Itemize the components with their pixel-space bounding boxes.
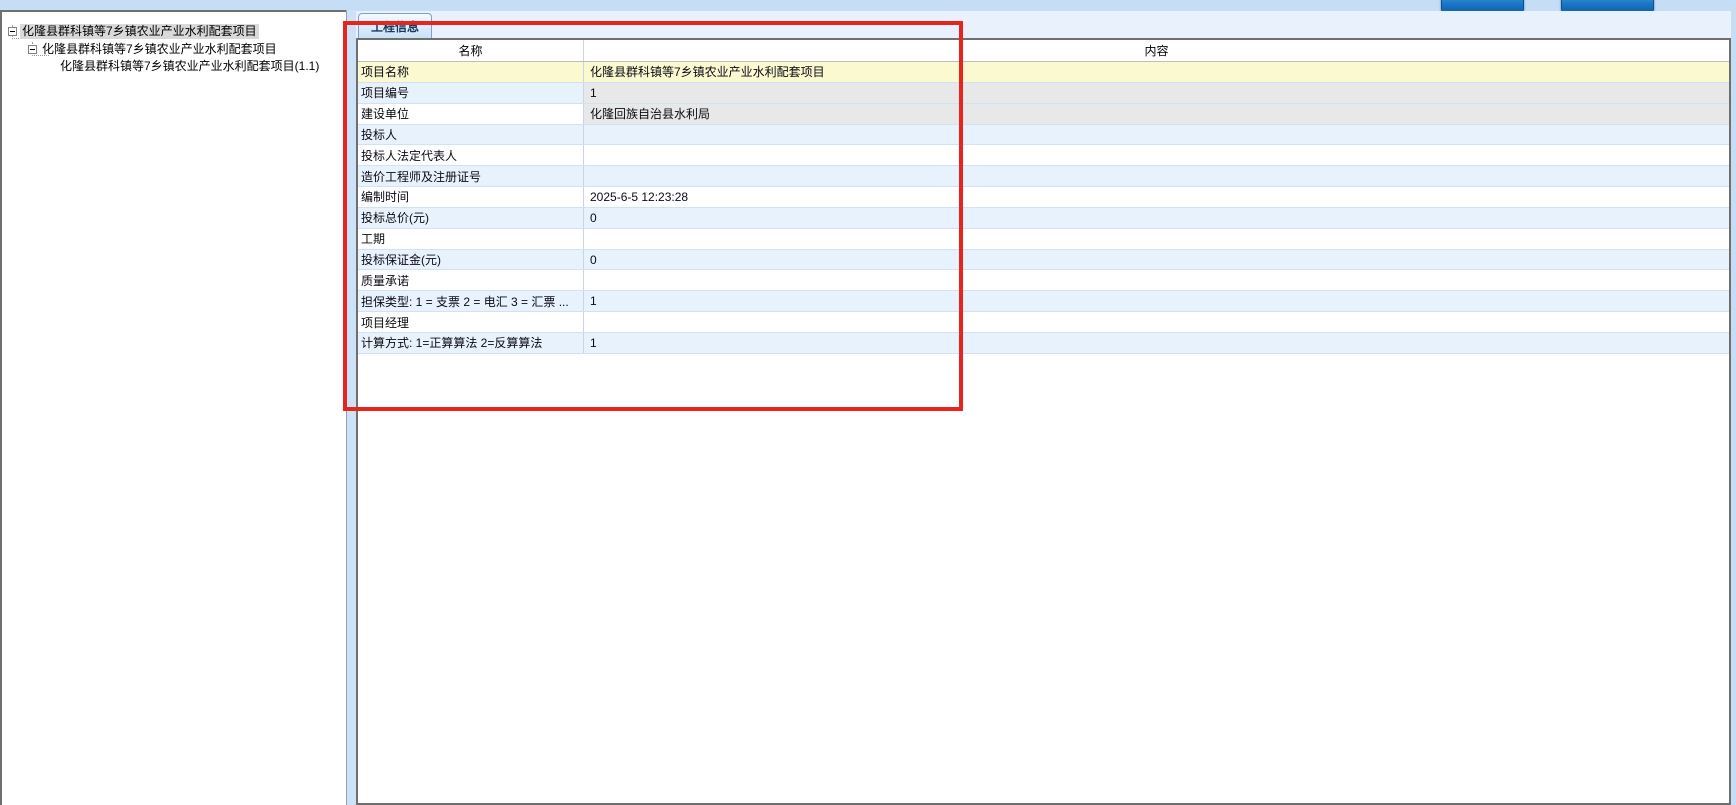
row-value-cell[interactable]: 1: [584, 83, 1729, 103]
app-window: 化隆县群科镇等7乡镇农业产业水利配套项目化隆县群科镇等7乡镇农业产业水利配套项目…: [0, 0, 1736, 805]
row-value-cell[interactable]: 0: [584, 208, 1729, 228]
row-value-cell[interactable]: 化隆县群科镇等7乡镇农业产业水利配套项目: [584, 62, 1729, 82]
row-value-cell[interactable]: [584, 229, 1729, 249]
table-row[interactable]: 担保类型: 1 = 支票 2 = 电汇 3 = 汇票 ...1: [358, 291, 1729, 312]
row-name-cell[interactable]: 投标总价(元): [358, 208, 584, 228]
table-row[interactable]: 项目编号1: [358, 83, 1729, 104]
table-row[interactable]: 投标人: [358, 125, 1729, 146]
tab-project-info[interactable]: 工程信息: [358, 13, 432, 38]
row-name-cell[interactable]: 质量承诺: [358, 270, 584, 290]
tree-node[interactable]: 化隆县群科镇等7乡镇农业产业水利配套项目: [8, 23, 259, 40]
row-value-cell[interactable]: 1: [584, 291, 1729, 311]
row-name-cell[interactable]: 投标人法定代表人: [358, 145, 584, 165]
table-row[interactable]: 项目名称化隆县群科镇等7乡镇农业产业水利配套项目: [358, 62, 1729, 83]
row-value-cell[interactable]: [584, 125, 1729, 145]
row-value-cell[interactable]: [584, 166, 1729, 186]
row-name-cell[interactable]: 工期: [358, 229, 584, 249]
row-value-cell[interactable]: [584, 145, 1729, 165]
table-row[interactable]: 工期: [358, 229, 1729, 250]
row-name-cell[interactable]: 计算方式: 1=正算算法 2=反算算法: [358, 333, 584, 353]
row-value-cell[interactable]: 2025-6-5 12:23:28: [584, 187, 1729, 207]
header-name-column[interactable]: 名称: [358, 40, 584, 61]
table-row[interactable]: 质量承诺: [358, 270, 1729, 291]
project-info-table: 名称 内容 项目名称化隆县群科镇等7乡镇农业产业水利配套项目项目编号1建设单位化…: [356, 38, 1731, 805]
row-value-cell[interactable]: 1: [584, 333, 1729, 353]
table-row[interactable]: 项目经理: [358, 312, 1729, 333]
row-value-cell[interactable]: 0: [584, 250, 1729, 270]
detail-panel: 工程信息 名称 内容 项目名称化隆县群科镇等7乡镇农业产业水利配套项目项目编号1…: [356, 11, 1731, 805]
row-name-cell[interactable]: 项目名称: [358, 62, 584, 82]
row-name-cell[interactable]: 建设单位: [358, 104, 584, 124]
header-content-column[interactable]: 内容: [584, 40, 1729, 61]
row-name-cell[interactable]: 担保类型: 1 = 支票 2 = 电汇 3 = 汇票 ...: [358, 291, 584, 311]
table-row[interactable]: 建设单位化隆回族自治县水利局: [358, 104, 1729, 125]
row-name-cell[interactable]: 造价工程师及注册证号: [358, 166, 584, 186]
row-name-cell[interactable]: 投标人: [358, 125, 584, 145]
tree-collapse-icon[interactable]: [8, 27, 17, 36]
table-row[interactable]: 计算方式: 1=正算算法 2=反算算法1: [358, 333, 1729, 354]
tree-node[interactable]: 化隆县群科镇等7乡镇农业产业水利配套项目(1.1): [58, 58, 321, 75]
table-row[interactable]: 投标总价(元)0: [358, 208, 1729, 229]
tree-node-label[interactable]: 化隆县群科镇等7乡镇农业产业水利配套项目(1.1): [58, 59, 321, 74]
tab-strip: 工程信息: [356, 11, 1731, 38]
table-row[interactable]: 造价工程师及注册证号: [358, 166, 1729, 187]
panel-splitter[interactable]: [346, 10, 356, 805]
row-name-cell[interactable]: 项目经理: [358, 312, 584, 332]
tree-collapse-icon[interactable]: [28, 45, 37, 54]
row-name-cell[interactable]: 投标保证金(元): [358, 250, 584, 270]
tree-node-label[interactable]: 化隆县群科镇等7乡镇农业产业水利配套项目: [20, 24, 259, 39]
table-row[interactable]: 投标人法定代表人: [358, 145, 1729, 166]
row-value-cell[interactable]: [584, 270, 1729, 290]
row-name-cell[interactable]: 项目编号: [358, 83, 584, 103]
tree-node[interactable]: 化隆县群科镇等7乡镇农业产业水利配套项目: [28, 41, 279, 58]
info-table-body: 项目名称化隆县群科镇等7乡镇农业产业水利配套项目项目编号1建设单位化隆回族自治县…: [358, 62, 1729, 354]
row-name-cell[interactable]: 编制时间: [358, 187, 584, 207]
tree-node-label[interactable]: 化隆县群科镇等7乡镇农业产业水利配套项目: [40, 42, 279, 57]
table-row[interactable]: 投标保证金(元)0: [358, 250, 1729, 271]
table-row[interactable]: 编制时间2025-6-5 12:23:28: [358, 187, 1729, 208]
project-tree-panel: 化隆县群科镇等7乡镇农业产业水利配套项目化隆县群科镇等7乡镇农业产业水利配套项目…: [0, 10, 346, 805]
row-value-cell[interactable]: [584, 312, 1729, 332]
row-value-cell[interactable]: 化隆回族自治县水利局: [584, 104, 1729, 124]
table-header-row: 名称 内容: [358, 40, 1729, 62]
